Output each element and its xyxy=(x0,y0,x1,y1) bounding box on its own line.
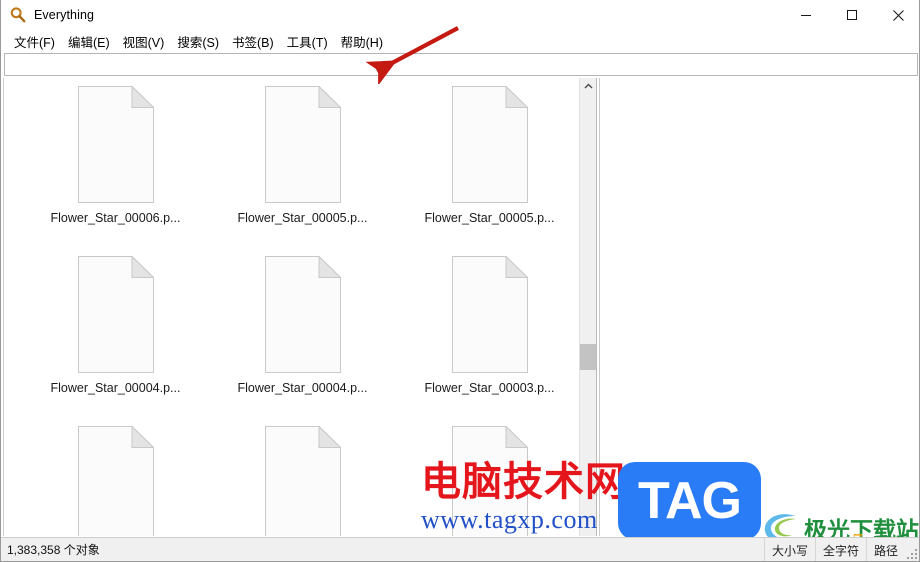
minimize-button[interactable] xyxy=(783,0,829,30)
file-page-icon xyxy=(264,86,341,203)
file-page-icon xyxy=(264,426,341,536)
scrollbar-thumb[interactable] xyxy=(580,344,596,370)
maximize-button[interactable] xyxy=(829,0,875,30)
file-item[interactable] xyxy=(209,418,396,536)
status-toggles: 大小写 全字符 路径 xyxy=(763,538,905,561)
file-item[interactable]: Flower_Star_00003.p... xyxy=(396,248,583,418)
status-match-path[interactable]: 路径 xyxy=(865,538,905,561)
file-label: Flower_Star_00003.p... xyxy=(424,381,555,395)
menu-help[interactable]: 帮助(H) xyxy=(335,30,390,53)
vertical-scrollbar[interactable] xyxy=(579,78,596,536)
file-item[interactable] xyxy=(396,418,583,536)
everything-window: Everything 文件(F) 编辑(E) 视图(V) 搜索(S) 书签(B)… xyxy=(0,0,920,562)
file-page-icon xyxy=(451,86,528,203)
menu-bar: 文件(F) 编辑(E) 视图(V) 搜索(S) 书签(B) 工具(T) 帮助(H… xyxy=(1,30,919,53)
pane-divider[interactable] xyxy=(596,78,597,536)
file-page-icon xyxy=(451,256,528,373)
file-item[interactable]: Flower_Star_00005.p... xyxy=(396,78,583,248)
file-item[interactable] xyxy=(22,418,209,536)
file-item[interactable]: Flower_Star_00004.p... xyxy=(22,248,209,418)
file-item[interactable]: Flower_Star_00005.p... xyxy=(209,78,396,248)
file-label: Flower_Star_00005.p... xyxy=(424,211,555,225)
status-bar: 1,383,358 个对象 大小写 全字符 路径 xyxy=(1,537,919,561)
search-bar xyxy=(4,53,918,76)
search-input[interactable] xyxy=(4,53,918,76)
menu-tools[interactable]: 工具(T) xyxy=(281,30,335,53)
magnifier-icon xyxy=(9,6,27,24)
file-page-icon xyxy=(451,426,528,536)
file-page-icon xyxy=(77,256,154,373)
title-bar: Everything xyxy=(1,0,919,30)
file-label: Flower_Star_00005.p... xyxy=(237,211,368,225)
menu-edit[interactable]: 编辑(E) xyxy=(62,30,117,53)
window-title: Everything xyxy=(34,8,95,22)
file-label: Flower_Star_00006.p... xyxy=(50,211,181,225)
file-label: Flower_Star_00004.p... xyxy=(50,381,181,395)
resize-grip-icon[interactable] xyxy=(905,547,917,559)
chevron-up-icon[interactable] xyxy=(580,78,596,95)
close-button[interactable] xyxy=(875,0,919,30)
file-item[interactable]: Flower_Star_00004.p... xyxy=(209,248,396,418)
status-object-count: 1,383,358 个对象 xyxy=(7,543,100,557)
status-match-case[interactable]: 大小写 xyxy=(763,538,815,561)
file-page-icon xyxy=(77,426,154,536)
file-page-icon xyxy=(77,86,154,203)
menu-file[interactable]: 文件(F) xyxy=(8,30,62,53)
file-item[interactable]: Flower_Star_00006.p... xyxy=(22,78,209,248)
menu-search[interactable]: 搜索(S) xyxy=(171,30,226,53)
results-area: Flower_Star_00006.p... Flower_Star_00005.… xyxy=(3,78,919,536)
window-controls xyxy=(783,0,919,30)
menu-view[interactable]: 视图(V) xyxy=(117,30,172,53)
menu-bookmarks[interactable]: 书签(B) xyxy=(226,30,281,53)
file-label: Flower_Star_00004.p... xyxy=(237,381,368,395)
file-page-icon xyxy=(264,256,341,373)
status-match-whole-word[interactable]: 全字符 xyxy=(814,538,866,561)
pane-divider-secondary xyxy=(599,78,600,536)
file-grid: Flower_Star_00006.p... Flower_Star_00005.… xyxy=(4,78,582,536)
